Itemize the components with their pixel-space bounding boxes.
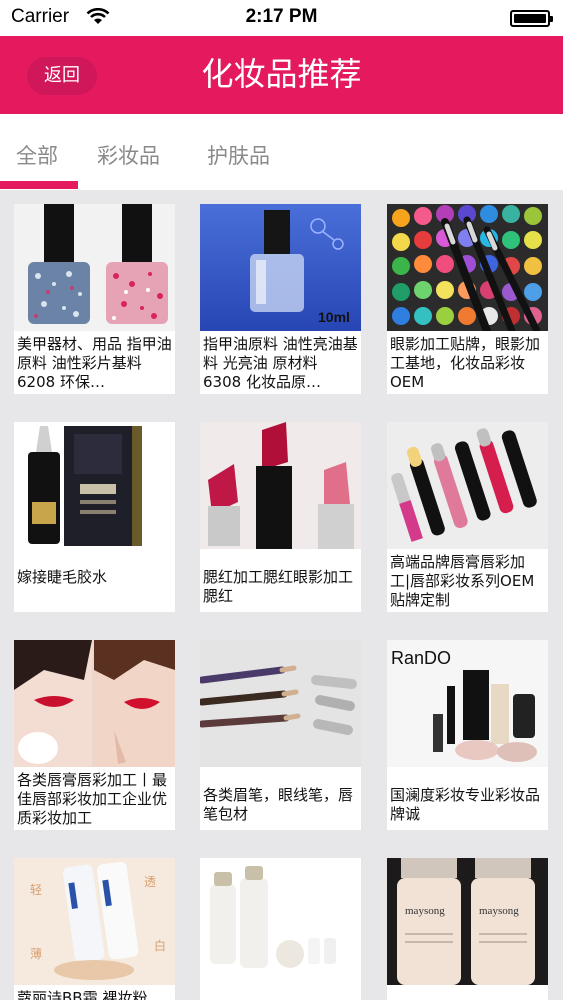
product-image-glitter-nail-polish xyxy=(14,204,175,331)
battery-icon xyxy=(510,10,553,27)
svg-text:薄: 薄 xyxy=(30,946,42,961)
product-card[interactable]: RanDO 国澜度彩妆专业彩妆品牌诚 xyxy=(387,640,548,830)
product-card[interactable]: maysong maysong xyxy=(387,858,548,1000)
page-title: 化妆品推荐 xyxy=(201,55,362,93)
product-image-label: 10ml xyxy=(318,309,350,325)
brand-logo-text: RanDO xyxy=(391,648,451,668)
product-card[interactable]: 腮红加工腮红眼影加工腮红 xyxy=(200,422,361,612)
product-caption: 各类眉笔，眼线笔，唇笔包材 xyxy=(203,786,354,823)
status-time: 2:17 PM xyxy=(245,6,318,27)
product-image-lipsticks xyxy=(200,422,361,549)
product-caption: 高端品牌唇膏唇彩加工|唇部彩妆系列OEM贴牌定制 xyxy=(390,553,535,609)
product-image-clear-nail-polish: 10ml xyxy=(200,204,361,331)
product-caption: 指甲油原料 油性亮油基料 光亮油 原材料 6308 化妆品原… xyxy=(203,335,358,391)
product-image-rando-cosmetics: RanDO xyxy=(387,640,548,767)
brand-logo-text: maysong xyxy=(479,905,519,917)
category-tabs: 全部 彩妆品 护肤品 xyxy=(0,114,563,190)
product-caption: 眼影加工贴牌，眼影加工基地，化妆品彩妆OEM xyxy=(390,335,541,391)
product-caption: 嫁接睫毛胶水 xyxy=(17,568,108,586)
product-image-bb-cream: 轻 透 白 薄 xyxy=(14,858,175,985)
tab-selected-indicator xyxy=(0,181,78,189)
status-bar: Carrier 2:17 PM xyxy=(0,0,563,36)
product-image-maysong-toner: maysong maysong xyxy=(387,858,548,985)
product-card[interactable]: 各类眉笔，眼线笔，唇笔包材 xyxy=(200,640,361,830)
tab-skincare[interactable]: 护肤品 xyxy=(207,140,270,170)
product-card[interactable]: 10ml 指甲油原料 油性亮油基料 光亮油 原材料 6308 化妆品原… xyxy=(200,204,361,394)
product-caption: 美甲器材、用品 指甲油原料 油性彩片基料 6208 环保… xyxy=(17,335,172,391)
svg-text:透: 透 xyxy=(144,875,156,889)
product-caption: 蔻丽诗BB霜 裸妆粉 xyxy=(17,989,148,1000)
tab-all[interactable]: 全部 xyxy=(16,140,58,170)
product-card[interactable]: 高端品牌唇膏唇彩加工|唇部彩妆系列OEM贴牌定制 xyxy=(387,422,548,612)
product-image-skincare-bottles xyxy=(200,858,361,985)
product-image-lip-glosses xyxy=(387,422,548,549)
product-image-eyelash-glue xyxy=(14,422,175,549)
product-caption: 腮红加工腮红眼影加工腮红 xyxy=(203,568,354,605)
navigation-bar: 返回 化妆品推荐 xyxy=(0,36,563,114)
product-image-eyeshadow-palette xyxy=(387,204,548,331)
svg-text:白: 白 xyxy=(154,938,166,953)
product-caption: 国澜度彩妆专业彩妆品牌诚 xyxy=(390,786,541,823)
product-image-red-lips-models xyxy=(14,640,175,767)
product-card[interactable]: 眼影加工贴牌，眼影加工基地，化妆品彩妆OEM xyxy=(387,204,548,394)
brand-logo-text: maysong xyxy=(405,905,445,917)
tab-makeup[interactable]: 彩妆品 xyxy=(97,140,160,170)
product-image-eyebrow-pencils xyxy=(200,640,361,767)
product-card[interactable]: 美甲器材、用品 指甲油原料 油性彩片基料 6208 环保… xyxy=(14,204,175,394)
svg-text:轻: 轻 xyxy=(30,883,42,897)
product-card[interactable]: 轻 透 白 薄 蔻丽诗BB霜 裸妆粉 xyxy=(14,858,175,1000)
product-caption: 各类唇膏唇彩加工丨最佳唇部彩妆加工企业优质彩妆加工 xyxy=(17,771,168,827)
product-card[interactable]: 嫁接睫毛胶水 xyxy=(14,422,175,612)
product-card[interactable] xyxy=(200,858,361,1000)
product-card[interactable]: 各类唇膏唇彩加工丨最佳唇部彩妆加工企业优质彩妆加工 xyxy=(14,640,175,830)
